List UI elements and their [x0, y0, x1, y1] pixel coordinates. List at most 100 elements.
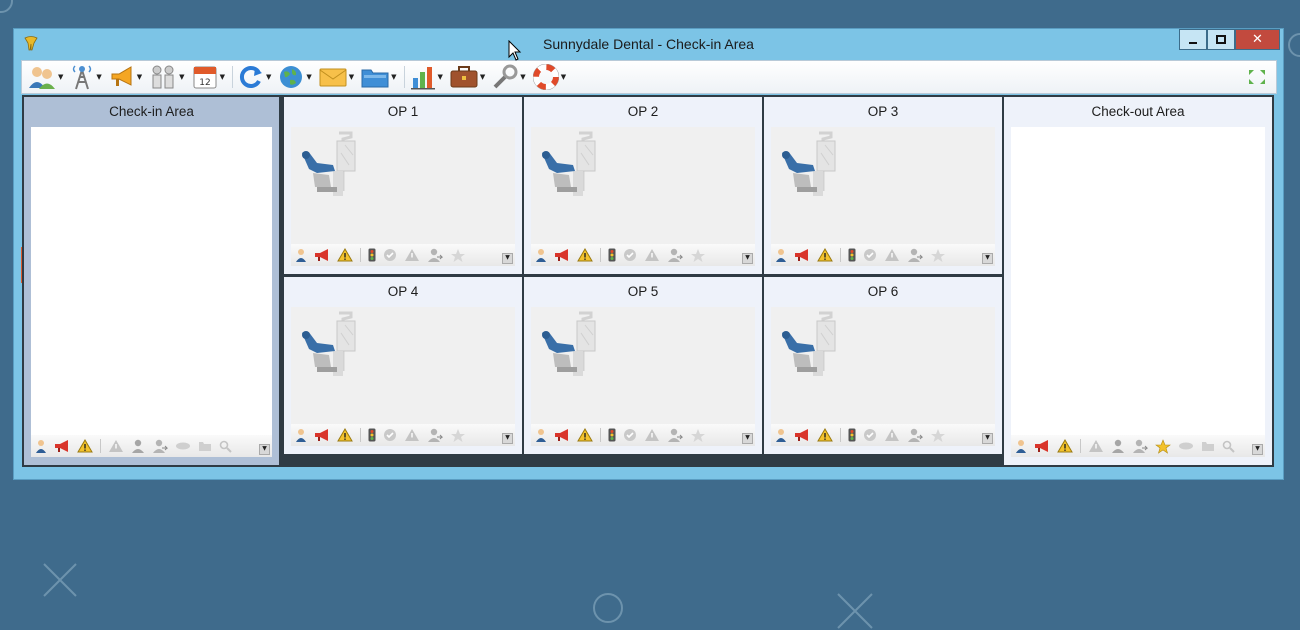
help-button[interactable]: ▼ — [532, 64, 566, 90]
megaphone-icon[interactable] — [314, 429, 330, 441]
chevron-down-icon[interactable]: ▼ — [520, 73, 525, 81]
reports-button[interactable]: ▼ — [410, 64, 443, 90]
megaphone-icon[interactable] — [794, 249, 810, 261]
patient-icon[interactable] — [295, 428, 307, 442]
op-pane-1[interactable]: OP 1 ▼ — [284, 97, 522, 274]
folder-icon[interactable] — [198, 440, 212, 452]
alert-gray-icon[interactable] — [644, 428, 660, 442]
chevron-down-icon[interactable]: ▼ — [58, 73, 63, 81]
check-icon[interactable] — [863, 248, 877, 262]
megaphone-icon[interactable] — [1034, 440, 1050, 452]
user-transfer-icon[interactable] — [667, 428, 683, 442]
user-gray-icon[interactable] — [1111, 439, 1125, 453]
warning-icon[interactable] — [817, 428, 833, 442]
status-dropdown-icon[interactable]: ▼ — [259, 444, 270, 455]
announcement-button[interactable]: ▼ — [109, 64, 142, 90]
search-icon[interactable] — [219, 440, 232, 453]
status-dropdown-icon[interactable]: ▼ — [742, 253, 753, 264]
card-icon[interactable] — [175, 441, 191, 451]
chevron-down-icon[interactable]: ▼ — [266, 73, 271, 81]
patient-icon[interactable] — [295, 248, 307, 262]
user-transfer-icon[interactable] — [667, 248, 683, 262]
traffic-light-icon[interactable] — [848, 428, 856, 442]
patient-list[interactable] — [1011, 127, 1265, 457]
card-icon[interactable] — [1178, 441, 1194, 451]
folder-icon[interactable] — [1201, 440, 1215, 452]
op-pane-4[interactable]: OP 4 ▼ — [284, 277, 522, 454]
warning-icon[interactable] — [1057, 439, 1073, 453]
warning-icon[interactable] — [577, 248, 593, 262]
alert-gray-icon[interactable] — [404, 428, 420, 442]
refresh-button[interactable]: ▼ — [238, 64, 271, 90]
status-dropdown-icon[interactable]: ▼ — [502, 253, 513, 264]
minimize-button[interactable] — [1179, 29, 1207, 50]
check-icon[interactable] — [383, 248, 397, 262]
patient-icon[interactable] — [775, 428, 787, 442]
traffic-light-icon[interactable] — [608, 428, 616, 442]
user-transfer-icon[interactable] — [1132, 439, 1148, 453]
op-pane-6[interactable]: OP 6 ▼ — [764, 277, 1002, 454]
chevron-down-icon[interactable]: ▼ — [137, 73, 142, 81]
user-transfer-icon[interactable] — [427, 428, 443, 442]
chevron-down-icon[interactable]: ▼ — [480, 73, 485, 81]
staff-button[interactable]: ▼ — [149, 64, 185, 90]
check-icon[interactable] — [863, 428, 877, 442]
checkin-area-pane[interactable]: Check-in Area ▼ — [24, 97, 279, 465]
patient-list[interactable] — [31, 127, 272, 457]
patients-button[interactable]: ▼ — [28, 64, 63, 90]
alert-gray-icon[interactable] — [108, 439, 124, 453]
alert-gray-icon[interactable] — [884, 428, 900, 442]
office-manager-button[interactable]: ▼ — [450, 65, 485, 89]
megaphone-icon[interactable] — [794, 429, 810, 441]
email-button[interactable]: ▼ — [319, 66, 354, 88]
user-gray-icon[interactable] — [131, 439, 145, 453]
internet-button[interactable]: ▼ — [278, 64, 312, 90]
chevron-down-icon[interactable]: ▼ — [179, 73, 184, 81]
warning-icon[interactable] — [337, 428, 353, 442]
star-icon[interactable] — [450, 428, 466, 443]
close-button[interactable]: ✕ — [1235, 29, 1280, 50]
patient-icon[interactable] — [35, 439, 47, 453]
alert-gray-icon[interactable] — [644, 248, 660, 262]
warning-icon[interactable] — [817, 248, 833, 262]
title-bar[interactable]: Sunnydale Dental - Check-in Area ✕ — [14, 29, 1283, 59]
star-icon[interactable] — [930, 428, 946, 443]
star-icon[interactable] — [690, 428, 706, 443]
alert-gray-icon[interactable] — [1088, 439, 1104, 453]
star-icon[interactable] — [450, 248, 466, 263]
megaphone-icon[interactable] — [54, 440, 70, 452]
status-dropdown-icon[interactable]: ▼ — [502, 433, 513, 444]
check-icon[interactable] — [383, 428, 397, 442]
chevron-down-icon[interactable]: ▼ — [438, 73, 443, 81]
chevron-down-icon[interactable]: ▼ — [561, 73, 566, 81]
search-icon[interactable] — [1222, 440, 1235, 453]
status-dropdown-icon[interactable]: ▼ — [982, 433, 993, 444]
chevron-down-icon[interactable]: ▼ — [306, 73, 311, 81]
star-icon[interactable] — [1155, 438, 1171, 454]
chevron-down-icon[interactable]: ▼ — [220, 73, 225, 81]
op-pane-5[interactable]: OP 5 ▼ — [524, 277, 762, 454]
op-pane-2[interactable]: OP 2 ▼ — [524, 97, 762, 274]
traffic-light-icon[interactable] — [608, 248, 616, 262]
broadcast-button[interactable]: ▼ — [70, 64, 102, 90]
check-icon[interactable] — [623, 428, 637, 442]
patient-icon[interactable] — [1015, 439, 1027, 453]
expand-view-button[interactable] — [1248, 69, 1266, 89]
tools-button[interactable]: ▼ — [492, 64, 526, 90]
traffic-light-icon[interactable] — [848, 248, 856, 262]
chevron-down-icon[interactable]: ▼ — [96, 73, 101, 81]
megaphone-icon[interactable] — [314, 249, 330, 261]
user-transfer-icon[interactable] — [152, 439, 168, 453]
traffic-light-icon[interactable] — [368, 428, 376, 442]
alert-gray-icon[interactable] — [404, 248, 420, 262]
patient-icon[interactable] — [775, 248, 787, 262]
star-icon[interactable] — [930, 248, 946, 263]
maximize-button[interactable] — [1207, 29, 1235, 50]
user-transfer-icon[interactable] — [907, 428, 923, 442]
user-transfer-icon[interactable] — [907, 248, 923, 262]
status-dropdown-icon[interactable]: ▼ — [742, 433, 753, 444]
alert-gray-icon[interactable] — [884, 248, 900, 262]
checkout-area-pane[interactable]: Check-out Area ▼ — [1004, 97, 1272, 465]
patient-icon[interactable] — [535, 248, 547, 262]
check-icon[interactable] — [623, 248, 637, 262]
